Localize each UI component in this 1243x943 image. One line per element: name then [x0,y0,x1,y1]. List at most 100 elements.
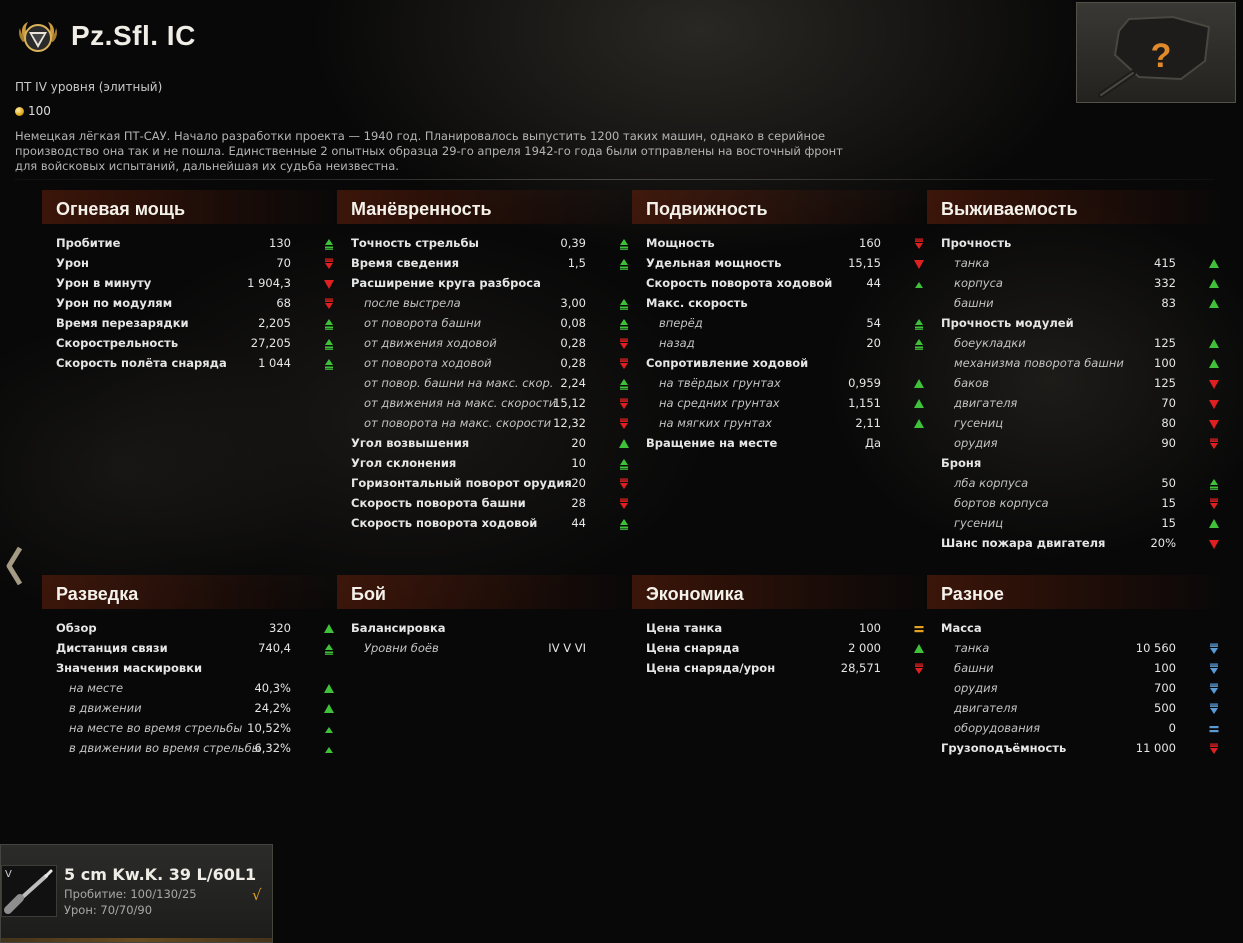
section-firepower: Огневая мощь Пробитие 130 Урон 70 Урон в мину… [42,190,346,374]
credits-coin-icon [15,107,24,116]
stat-list: Масса танка 10 560 башни 100 орудия 700 двигате… [941,619,1231,759]
stat-value: 83 [1161,296,1176,310]
stat-value: 80 [1161,416,1176,430]
stat-label: бортов корпуса [954,496,1049,510]
stat-row: Броня [941,454,1231,474]
module-card-gun[interactable]: V 5 cm Kw.K. 39 L/60L1 Пробитие: 100/130… [0,844,273,943]
worse-arrow-icon [618,478,630,490]
module-name: 5 cm Kw.K. 39 L/60L1 [64,865,257,884]
unknown-tank-question-icon: ? [1098,15,1211,98]
stat-label: Скорость полёта снаряда [56,356,227,370]
stat-row: на месте во время стрельбы 10,52% [56,719,346,739]
chevron-left-icon[interactable] [4,544,26,588]
section-header: Бой [337,575,637,609]
stat-label: Цена снаряда [646,641,740,655]
stat-label: Цена танка [646,621,723,635]
stat-value: 50 [1161,476,1176,490]
section-header: Выживаемость [927,190,1227,224]
stat-label: от поворота на макс. скорости [364,416,552,430]
section-title: Выживаемость [941,199,1078,219]
stat-list: Прочность танка 415 корпуса 332 башни 83 Прочно… [941,234,1231,554]
better-arrow-icon [913,418,925,430]
better-arrow-icon [323,623,335,635]
stat-value: 0,08 [560,316,586,330]
worse-arrow-icon [1208,683,1220,695]
stat-value: 1,151 [848,396,881,410]
stat-label: Горизонтальный поворот орудия [351,476,572,490]
stat-value: 1,5 [567,256,586,270]
stat-row: от движения на макс. скорости 15,12 [351,394,641,414]
stat-row: башни 100 [941,659,1231,679]
stat-label: гусениц [954,516,1004,530]
worse-arrow-icon [1208,743,1220,755]
stat-value: 125 [1154,376,1176,390]
stat-row: Время сведения 1,5 [351,254,641,274]
worse-arrow-icon [618,338,630,350]
worse-arrow-icon [1208,438,1220,450]
worse-arrow-icon [618,398,630,410]
stat-row: Скорость полёта снаряда 1 044 [56,354,346,374]
stat-label: Пробитие [56,236,121,250]
worse-arrow-icon [1208,643,1220,655]
stat-label: Уровни боёв [364,641,439,655]
equal-icon [1208,723,1220,735]
stat-value: 6,32% [254,741,291,755]
section-maneuverability: Манёвренность Точность стрельбы 0,39 Время … [337,190,641,534]
stat-label: механизма поворота башни [954,356,1124,370]
stat-label: орудия [954,436,998,450]
stat-row: Прочность модулей [941,314,1231,334]
stat-label: от поворота башни [364,316,482,330]
stat-row: Масса [941,619,1231,639]
worse-arrow-icon [913,258,925,270]
stat-value: 11 000 [1135,741,1176,755]
stat-value: 1 044 [258,356,291,370]
section-title: Огневая мощь [56,199,186,219]
section-survivability: Выживаемость Прочность танка 415 корпуса 332 б… [927,190,1231,554]
better-arrow-icon [618,298,630,310]
better-arrow-icon [1208,358,1220,370]
worse-arrow-icon [1208,378,1220,390]
stat-value: 740,4 [258,641,291,655]
stat-row: после выстрела 3,00 [351,294,641,314]
svg-text:?: ? [1151,37,1172,75]
section-header: Экономика [632,575,932,609]
stat-label: Прочность модулей [941,316,1074,330]
stat-label: от движения ходовой [364,336,497,350]
stat-label: Урон в минуту [56,276,152,290]
stat-value: 20% [1150,536,1176,550]
module-tier: V [5,869,12,880]
stat-label: Удельная мощность [646,256,782,270]
stat-label: на месте во время стрельбы [69,721,243,735]
stat-value: 2,11 [855,416,881,430]
tank-description: Немецкая лёгкая ПТ-САУ. Начало разработк… [15,129,843,173]
tank-price: 100 [15,104,51,118]
stat-row: Скорость поворота ходовой 44 [351,514,641,534]
stat-label: Время перезарядки [56,316,189,330]
stat-value: 90 [1161,436,1176,450]
stat-value: 28,571 [840,661,881,675]
stat-row: от движения ходовой 0,28 [351,334,641,354]
section-header: Манёвренность [337,190,637,224]
stat-value: 0,39 [560,236,586,250]
stat-label: башни [954,661,994,675]
stat-row: назад 20 [646,334,936,354]
stat-value: 100 [1154,356,1176,370]
stat-row: танка 415 [941,254,1231,274]
stat-label: двигателя [954,396,1018,410]
stat-row: Цена танка 100 [646,619,936,639]
stat-row: механизма поворота башни 100 [941,354,1231,374]
module-damage: Урон: 70/70/90 [64,903,153,917]
equal-icon [913,623,925,635]
stat-label: двигателя [954,701,1018,715]
stat-row: на твёрдых грунтах 0,959 [646,374,936,394]
stat-row: от поворота на макс. скорости 12,32 [351,414,641,434]
stat-label: Урон [56,256,89,270]
stat-row: боеукладки 125 [941,334,1231,354]
tank-thumbnail: ? [1076,2,1236,103]
better-arrow-icon [913,278,925,290]
worse-arrow-icon [1208,538,1220,550]
stat-row: Шанс пожара двигателя 20% [941,534,1231,554]
better-arrow-icon [913,378,925,390]
stat-label: танка [954,256,990,270]
stat-value: 15,15 [848,256,881,270]
